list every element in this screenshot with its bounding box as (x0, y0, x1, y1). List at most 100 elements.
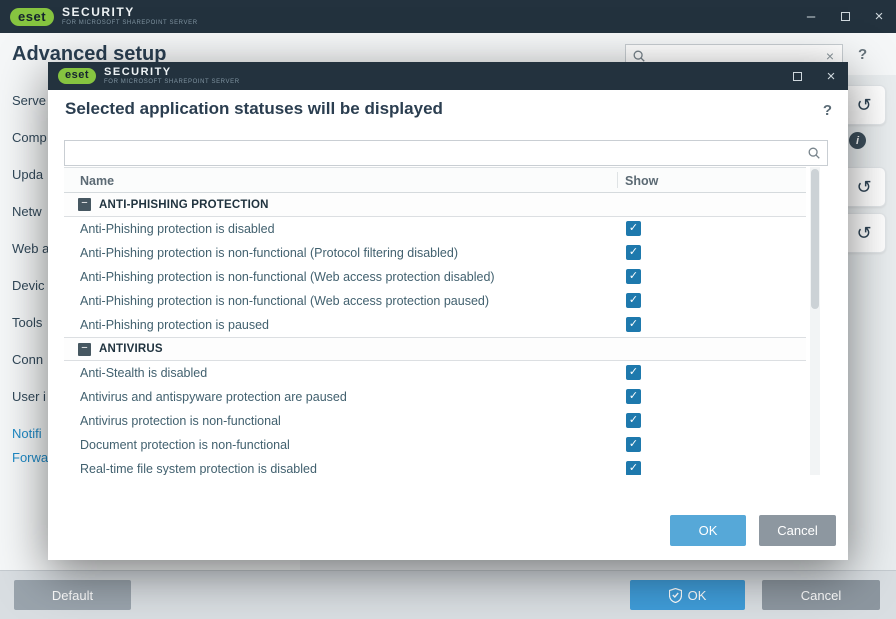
sidebar-item[interactable]: Devic (12, 274, 52, 298)
dialog-body: Selected application statuses will be di… (48, 90, 848, 560)
ok-button[interactable]: OK (630, 580, 745, 610)
status-table-body: −ANTI-PHISHING PROTECTIONAnti-Phishing p… (64, 193, 806, 475)
status-name: Real-time file system protection is disa… (80, 462, 317, 475)
cancel-button[interactable]: Cancel (762, 580, 880, 610)
status-name: Document protection is non-functional (80, 438, 290, 452)
undo-icon: ↺ (856, 223, 871, 244)
undo-icon: ↺ (856, 95, 871, 116)
main-titlebar: eset SECURITY FOR MICROSOFT SHAREPOINT S… (0, 0, 896, 33)
dialog-titlebar: eset SECURITY FOR MICROSOFT SHAREPOINT S… (48, 62, 848, 90)
sidebar-item[interactable]: Notifi (12, 422, 52, 446)
shield-check-icon (669, 588, 682, 603)
status-name: Anti-Stealth is disabled (80, 366, 207, 380)
status-row: Anti-Phishing protection is non-function… (64, 241, 806, 265)
status-name: Antivirus protection is non-functional (80, 414, 281, 428)
dialog-ok-button[interactable]: OK (670, 515, 746, 546)
status-name: Anti-Phishing protection is non-function… (80, 270, 495, 284)
group-label: ANTI-PHISHING PROTECTION (99, 199, 269, 211)
status-name: Anti-Phishing protection is disabled (80, 222, 275, 236)
product-name: SECURITY (104, 66, 240, 78)
dialog-cancel-button[interactable]: Cancel (759, 515, 836, 546)
group-row[interactable]: −ANTI-PHISHING PROTECTION (64, 193, 806, 217)
sidebar-item[interactable]: Tools (12, 311, 52, 335)
revert-button[interactable]: ↺ (842, 213, 886, 253)
sidebar-item[interactable]: Forwa (12, 446, 52, 470)
info-icon[interactable]: i (849, 132, 866, 149)
brand-block: SECURITY FOR MICROSOFT SHAREPOINT SERVER (104, 66, 240, 86)
status-row: Antivirus and antispyware protection are… (64, 385, 806, 409)
show-checkbox[interactable]: ✓ (626, 245, 641, 260)
search-icon (807, 146, 821, 160)
close-icon[interactable]: × (814, 62, 848, 90)
group-label: ANTIVIRUS (99, 343, 163, 355)
status-row: Anti-Phishing protection is non-function… (64, 289, 806, 313)
search-icon (632, 49, 646, 63)
table-header: Name Show (64, 167, 806, 193)
maximize-icon[interactable] (828, 0, 862, 33)
sidebar-item[interactable]: Comp (12, 126, 52, 150)
show-checkbox[interactable]: ✓ (626, 221, 641, 236)
sidebar-item[interactable]: Upda (12, 163, 52, 187)
main-window-controls: – × (794, 0, 896, 33)
maximize-icon[interactable] (780, 62, 814, 90)
status-row: Document protection is non-functional ✓ (64, 433, 806, 457)
maximize-glyph (841, 12, 850, 21)
status-name: Anti-Phishing protection is non-function… (80, 294, 489, 308)
dialog-title: Selected application statuses will be di… (65, 99, 443, 119)
help-icon[interactable]: ? (858, 46, 867, 63)
default-button[interactable]: Default (14, 580, 131, 610)
eset-logo: eset (58, 68, 96, 84)
show-checkbox[interactable]: ✓ (626, 317, 641, 332)
dialog-window-controls: × (780, 62, 848, 90)
status-name: Anti-Phishing protection is paused (80, 318, 269, 332)
product-subtitle: FOR MICROSOFT SHAREPOINT SERVER (62, 19, 198, 27)
dialog-help-icon[interactable]: ? (823, 102, 832, 119)
sidebar-item[interactable]: Serve (12, 89, 52, 113)
dialog-search-input[interactable] (71, 146, 807, 160)
undo-icon: ↺ (856, 177, 871, 198)
column-divider (617, 172, 618, 188)
sidebar: Serve Comp Upda Netw Web a Devic Tools Conn User… (12, 89, 52, 483)
show-checkbox[interactable]: ✓ (626, 437, 641, 452)
product-subtitle: FOR MICROSOFT SHAREPOINT SERVER (104, 78, 240, 86)
main-search-input[interactable] (646, 49, 824, 63)
eset-logo: eset (10, 8, 54, 26)
collapse-icon[interactable]: − (78, 198, 91, 211)
close-icon[interactable]: × (862, 0, 896, 33)
status-row: Anti-Stealth is disabled ✓ (64, 361, 806, 385)
show-checkbox[interactable]: ✓ (626, 365, 641, 380)
revert-button[interactable]: ↺ (842, 167, 886, 207)
show-checkbox[interactable]: ✓ (626, 461, 641, 475)
dialog-search (64, 140, 828, 166)
revert-button[interactable]: ↺ (842, 85, 886, 125)
show-checkbox[interactable]: ✓ (626, 413, 641, 428)
status-row: Anti-Phishing protection is disabled ✓ (64, 217, 806, 241)
product-name: SECURITY (62, 6, 198, 19)
status-row: Real-time file system protection is disa… (64, 457, 806, 475)
collapse-icon[interactable]: − (78, 343, 91, 356)
minimize-icon[interactable]: – (794, 0, 828, 33)
status-name: Antivirus and antispyware protection are… (80, 390, 347, 404)
sidebar-item[interactable]: Netw (12, 200, 52, 224)
scrollbar-track[interactable] (810, 167, 820, 475)
show-checkbox[interactable]: ✓ (626, 293, 641, 308)
scrollbar-thumb[interactable] (811, 169, 819, 309)
show-checkbox[interactable]: ✓ (626, 389, 641, 404)
show-checkbox[interactable]: ✓ (626, 269, 641, 284)
maximize-glyph (793, 72, 802, 81)
status-table: Name Show −ANTI-PHISHING PROTECTIONAnti-… (64, 167, 806, 475)
status-name: Anti-Phishing protection is non-function… (80, 246, 458, 260)
sidebar-item[interactable]: User i (12, 385, 52, 409)
status-row: Anti-Phishing protection is paused ✓ (64, 313, 806, 337)
status-row: Antivirus protection is non-functional ✓ (64, 409, 806, 433)
status-row: Anti-Phishing protection is non-function… (64, 265, 806, 289)
sidebar-item[interactable]: Web a (12, 237, 52, 261)
column-header-name: Name (80, 174, 114, 188)
status-dialog: eset SECURITY FOR MICROSOFT SHAREPOINT S… (48, 62, 848, 560)
brand-block: SECURITY FOR MICROSOFT SHAREPOINT SERVER (62, 6, 198, 27)
sidebar-item[interactable]: Conn (12, 348, 52, 372)
main-footer: Default OK Cancel (0, 570, 896, 619)
group-row[interactable]: −ANTIVIRUS (64, 337, 806, 361)
column-header-show: Show (625, 174, 658, 188)
ok-button-label: OK (688, 588, 707, 603)
